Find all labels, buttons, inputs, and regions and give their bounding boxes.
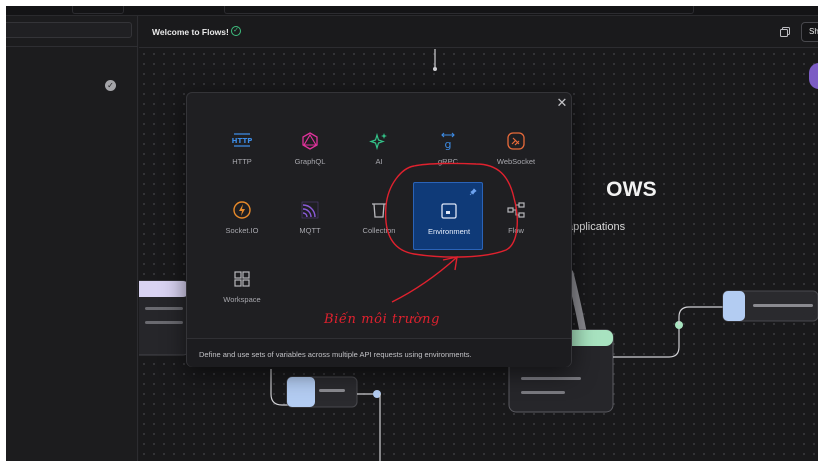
- top-strip: [6, 6, 818, 16]
- tile-flow[interactable]: Flow: [481, 182, 551, 250]
- app-window: ✓ Welcome to Flows! ✓ Share: [6, 6, 818, 461]
- ai-sparkle-icon: [369, 132, 387, 151]
- hero-title: FlOWS: [587, 178, 657, 202]
- tile-label: AI: [375, 157, 383, 166]
- tile-graphql[interactable]: GraphQL: [275, 113, 345, 181]
- tile-workspace[interactable]: Workspace: [207, 251, 277, 319]
- tile-label: Collection: [362, 226, 396, 235]
- svg-text:HTTP: HTTP: [232, 137, 252, 145]
- tab-bar: Welcome to Flows! ✓ Share: [139, 16, 818, 48]
- tile-label: Environment: [427, 227, 471, 236]
- avatar[interactable]: [809, 63, 818, 89]
- collection-icon: [372, 203, 386, 218]
- grpc-icon: g: [441, 132, 455, 151]
- environment-icon: [441, 203, 457, 219]
- flow-icon: [507, 202, 525, 218]
- annotation-label: Biến môi trường: [324, 312, 440, 327]
- pin-icon[interactable]: [469, 188, 477, 196]
- tile-http[interactable]: HTTP HTTP: [207, 113, 277, 181]
- tile-websocket[interactable]: WebSocket: [481, 113, 551, 181]
- hero-subtitle: applications: [567, 221, 626, 233]
- sidebar: ✓: [6, 16, 138, 461]
- websocket-icon: [507, 132, 525, 150]
- tile-environment[interactable]: Environment: [413, 182, 483, 250]
- share-button[interactable]: Share: [801, 22, 818, 42]
- mqtt-icon: [301, 201, 319, 219]
- tile-label: HTTP: [232, 157, 252, 166]
- close-icon[interactable]: ✕: [555, 96, 569, 110]
- tile-label: Socket.IO: [225, 226, 259, 235]
- tile-mqtt[interactable]: MQTT: [275, 182, 345, 250]
- svg-text:g: g: [445, 138, 452, 151]
- check-circle-icon: ✓: [105, 80, 116, 91]
- hero-title-text: OWS: [606, 178, 657, 201]
- tile-label: MQTT: [299, 226, 321, 235]
- check-circle-icon: ✓: [231, 26, 241, 36]
- modal-footer: Define and use sets of variables across …: [187, 338, 571, 367]
- copy-icon[interactable]: [779, 26, 791, 38]
- tile-label: Flow: [508, 226, 524, 235]
- sidebar-divider: [6, 46, 138, 47]
- footer-description: Define and use sets of variables across …: [199, 350, 472, 359]
- http-icon: HTTP: [232, 133, 252, 147]
- workspace-icon: [234, 271, 250, 287]
- tab-title[interactable]: Welcome to Flows!: [152, 27, 229, 37]
- socketio-icon: [233, 201, 251, 219]
- tile-collection[interactable]: Collection: [344, 182, 414, 250]
- graphql-icon: [302, 132, 318, 150]
- tile-label: GraphQL: [294, 157, 326, 166]
- tile-label: Workspace: [223, 295, 261, 304]
- sidebar-search[interactable]: [6, 22, 132, 38]
- tile-socketio[interactable]: Socket.IO: [207, 182, 277, 250]
- tile-label: WebSocket: [496, 157, 536, 166]
- tile-label: gRPC: [437, 157, 458, 166]
- tile-grpc[interactable]: g gRPC: [413, 113, 483, 181]
- tile-ai[interactable]: AI: [344, 113, 414, 181]
